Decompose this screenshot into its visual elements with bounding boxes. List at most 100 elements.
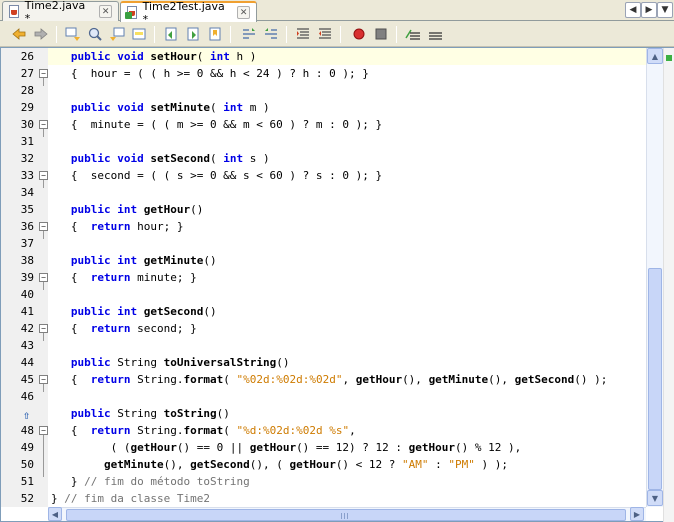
code-line-36[interactable]: { return hour; } xyxy=(48,218,646,235)
fold-toggle-icon[interactable]: − xyxy=(39,375,48,384)
code-line-33[interactable]: { second = ( ( s >= 0 && s < 60 ) ? s : … xyxy=(48,167,646,184)
code-line-30[interactable]: { minute = ( ( m >= 0 && m < 60 ) ? m : … xyxy=(48,116,646,133)
code-line-50[interactable]: getMinute(), getSecond(), ( getHour() < … xyxy=(48,456,646,473)
previous-bookmark-button[interactable] xyxy=(162,25,180,43)
fold-guide xyxy=(43,282,44,290)
gutter-row: 27− xyxy=(1,65,48,82)
fold-toggle-icon[interactable]: − xyxy=(39,273,48,282)
start-macro-button[interactable] xyxy=(294,25,312,43)
code-line-32[interactable]: public void setSecond( int s ) xyxy=(48,150,646,167)
fold-guide xyxy=(43,129,44,137)
next-bookmark-button[interactable] xyxy=(184,25,202,43)
line-number: 26 xyxy=(20,50,34,63)
java-main-file-icon xyxy=(125,5,139,20)
code-line-38[interactable]: public int getMinute() xyxy=(48,252,646,269)
scroll-right-button[interactable]: ▶ xyxy=(630,507,644,521)
chevron-left-icon: ◀ xyxy=(51,509,59,519)
code-line-45[interactable]: { return String.format( "%02d:%02d:%02d"… xyxy=(48,371,646,388)
tab-label: Time2.java * xyxy=(24,0,86,25)
shift-line-left-button[interactable] xyxy=(240,25,258,43)
code-line-47[interactable]: public String toString() xyxy=(48,405,646,422)
toggle-highlight-button[interactable] xyxy=(130,25,148,43)
record-button[interactable] xyxy=(350,25,368,43)
chevron-left-icon: ◀ xyxy=(629,5,637,15)
code-line-52[interactable]: } // fim da classe Time2 xyxy=(48,490,646,507)
forward-button[interactable] xyxy=(32,25,50,43)
gutter-row: 52 xyxy=(1,490,48,507)
fold-guide xyxy=(43,180,44,188)
code-line-42[interactable]: { return second; } xyxy=(48,320,646,337)
scroll-up-button[interactable]: ▲ xyxy=(647,48,663,64)
fold-toggle-icon[interactable]: − xyxy=(39,222,48,231)
line-number: 39 xyxy=(20,271,34,284)
scroll-left-button[interactable]: ◀ xyxy=(48,507,62,521)
status-ok-icon xyxy=(666,55,672,61)
code-line-51[interactable]: } // fim do método toString xyxy=(48,473,646,490)
fold-toggle-icon[interactable]: − xyxy=(39,324,48,333)
line-number: 40 xyxy=(20,288,34,301)
code-line-49[interactable]: ( (getHour() == 0 || getHour() == 12) ? … xyxy=(48,439,646,456)
line-number: 51 xyxy=(20,475,34,488)
fold-toggle-icon[interactable]: − xyxy=(39,69,48,78)
scroll-tabs-left-button[interactable]: ◀ xyxy=(625,2,641,18)
code-line-27[interactable]: { hour = ( ( h >= 0 && h < 24 ) ? h : 0 … xyxy=(48,65,646,82)
toggle-bookmark-icon xyxy=(209,27,221,41)
shift-line-right-button[interactable] xyxy=(262,25,280,43)
tab-time2-java[interactable]: Time2.java * ✕ xyxy=(2,0,119,25)
find-button[interactable] xyxy=(86,25,104,43)
code-line-44[interactable]: public String toUniversalString() xyxy=(48,354,646,371)
code-line-29[interactable]: public void setMinute( int m ) xyxy=(48,99,646,116)
code-line-48[interactable]: { return String.format( "%d:%02d:%02d %s… xyxy=(48,422,646,439)
gutter-row: 33− xyxy=(1,167,48,184)
line-number: 49 xyxy=(20,441,34,454)
line-number: 37 xyxy=(20,237,34,250)
find-previous-button[interactable] xyxy=(64,25,82,43)
tab-time2test-java[interactable]: Time2Test.java * ✕ xyxy=(120,0,257,26)
fold-toggle-icon[interactable]: − xyxy=(39,426,48,435)
close-icon[interactable]: ✕ xyxy=(237,6,250,19)
line-number: 50 xyxy=(20,458,34,471)
scroll-tabs-right-button[interactable]: ▶ xyxy=(641,2,657,18)
tab-list-button[interactable]: ▼ xyxy=(657,2,673,18)
comment-button[interactable] xyxy=(404,25,422,43)
editor-tab-bar: Time2.java * ✕ Time2Test.java * ✕ ◀ ▶ ▼ xyxy=(0,0,674,26)
fold-toggle-icon[interactable]: − xyxy=(39,171,48,180)
line-number: 30 xyxy=(20,118,34,131)
gutter-row: 51 xyxy=(1,473,48,490)
back-button[interactable] xyxy=(10,25,28,43)
line-number: 43 xyxy=(20,339,34,352)
fold-toggle-icon[interactable]: − xyxy=(39,120,48,129)
code-editor[interactable]: 26 27−28 29 30−31 32 33−34 35 36−37 38 39−40 41 42−… xyxy=(0,47,674,522)
gutter-row: 42− xyxy=(1,320,48,337)
horizontal-scroll-thumb[interactable] xyxy=(66,509,626,521)
line-number: 33 xyxy=(20,169,34,182)
gutter-row: 48− xyxy=(1,422,48,439)
scroll-down-button[interactable]: ▼ xyxy=(647,490,663,506)
gutter-row: 46 xyxy=(1,388,48,405)
code-line-26[interactable]: public void setHour( int h ) xyxy=(48,48,646,65)
gutter-row: 32 xyxy=(1,150,48,167)
close-icon[interactable]: ✕ xyxy=(99,5,112,18)
toolbar-separator xyxy=(56,26,57,43)
code-area[interactable]: public void setHour( int h ) { hour = ( … xyxy=(48,48,646,507)
code-line-35[interactable]: public int getHour() xyxy=(48,201,646,218)
toggle-bookmark-button[interactable] xyxy=(206,25,224,43)
code-line-41[interactable]: public int getSecond() xyxy=(48,303,646,320)
vertical-scroll-thumb[interactable] xyxy=(648,268,662,490)
line-number: 45 xyxy=(20,373,34,386)
vertical-scrollbar[interactable]: ▲ ▼ xyxy=(646,48,663,507)
next-bookmark-icon xyxy=(187,27,199,41)
horizontal-scrollbar[interactable]: ◀ ▶ xyxy=(48,507,646,521)
stop-icon xyxy=(375,28,387,40)
code-line-39[interactable]: { return minute; } xyxy=(48,269,646,286)
gutter-row: 34 xyxy=(1,184,48,201)
uncomment-button[interactable] xyxy=(426,25,444,43)
find-next-button[interactable] xyxy=(108,25,126,43)
stop-button[interactable] xyxy=(372,25,390,43)
gutter-row: 43 xyxy=(1,337,48,354)
gutter-row: ⇧ xyxy=(1,405,48,422)
line-number: 52 xyxy=(20,492,34,505)
stop-macro-button[interactable] xyxy=(316,25,334,43)
error-stripe[interactable] xyxy=(663,48,674,522)
gutter-row: 41 xyxy=(1,303,48,320)
